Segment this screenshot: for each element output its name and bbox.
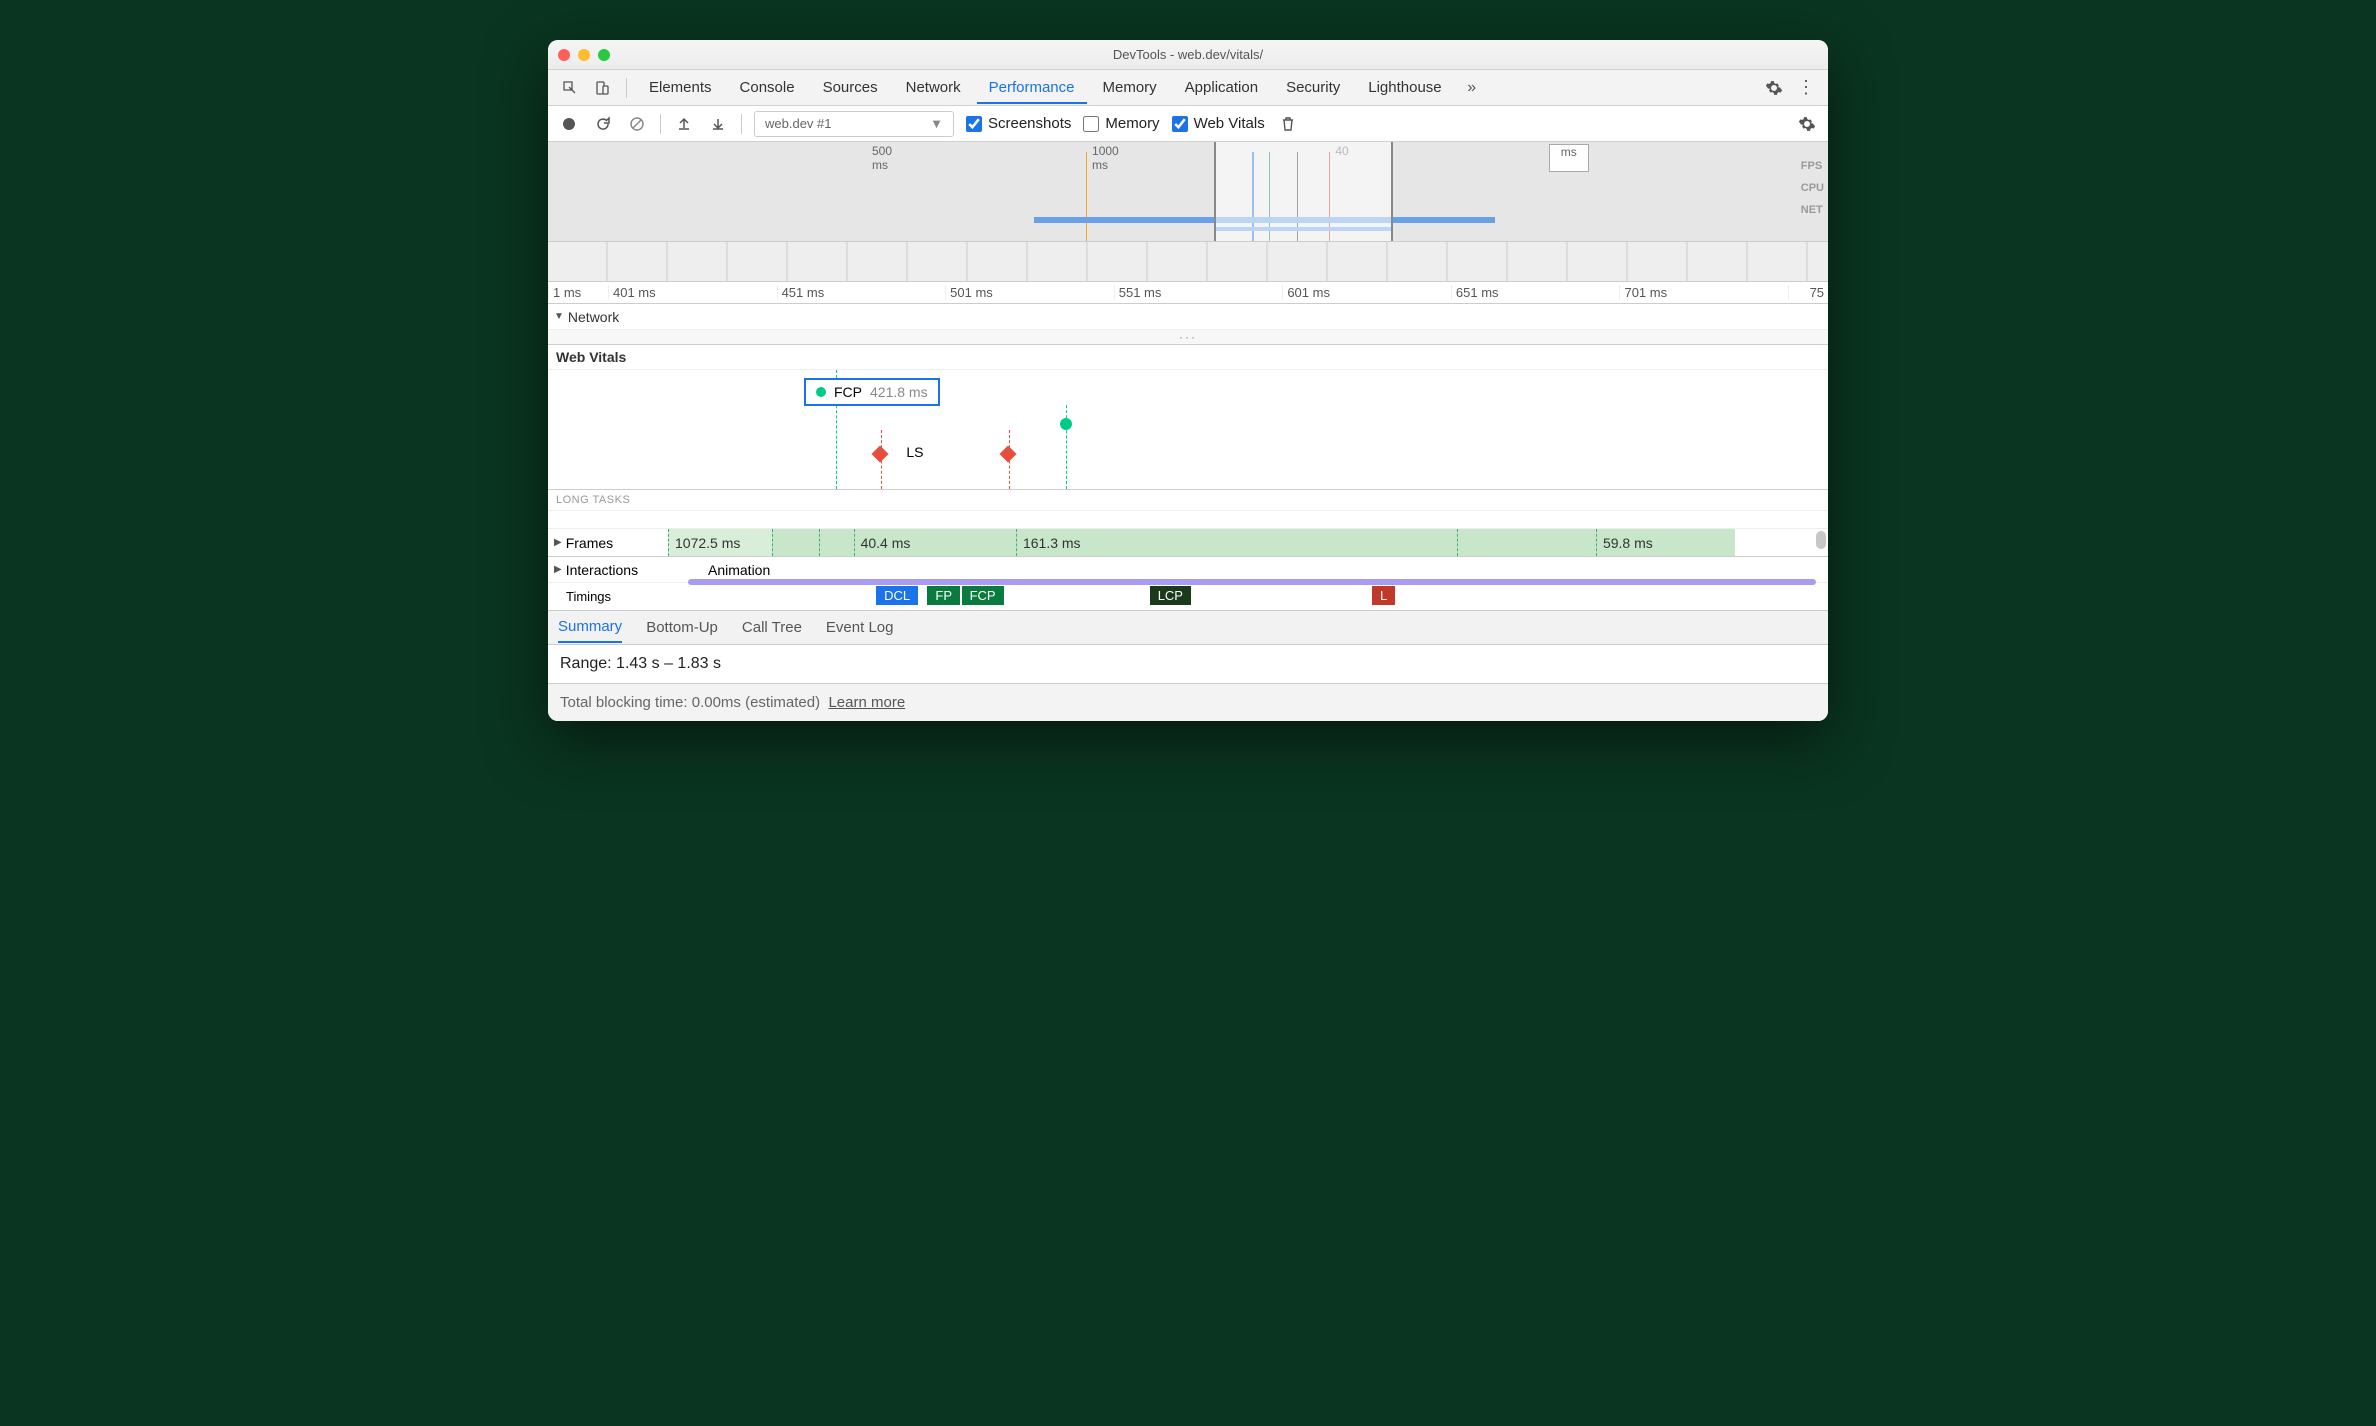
tab-memory[interactable]: Memory [1091,71,1169,104]
timeline-overview[interactable]: 500 ms 1000 ms 40 ms 901 ms 1401 ms 1901… [548,142,1828,242]
green-dot-icon [816,387,826,397]
tab-performance[interactable]: Performance [977,71,1087,104]
frame-segment[interactable]: 59.8 ms [1596,529,1735,556]
summary-footer: Total blocking time: 0.00ms (estimated) … [548,684,1828,721]
screenshots-checkbox[interactable]: Screenshots [966,115,1071,132]
tab-elements[interactable]: Elements [637,71,724,104]
web-vitals-checkbox[interactable]: Web Vitals [1172,115,1265,132]
frames-label: Frames [566,535,613,551]
chevron-right-icon: ▶ [554,564,562,575]
lcp-marker-dot[interactable] [1060,418,1072,430]
interactions-label: Interactions [566,562,638,578]
titlebar: DevTools - web.dev/vitals/ [548,40,1828,70]
web-vitals-track[interactable]: FCP 421.8 ms LS [548,370,1828,490]
panel-tabs: Elements Console Sources Network Perform… [548,70,1828,106]
frame-segment[interactable] [1457,529,1596,556]
memory-label: Memory [1105,115,1159,132]
fcp-marker[interactable]: FCP 421.8 ms [804,378,940,406]
fcp-name: FCP [834,384,862,400]
memory-checkbox[interactable]: Memory [1083,115,1159,132]
load-profile-icon[interactable] [673,113,695,135]
separator: ··· [548,330,1828,345]
timing-marker-dcl[interactable]: DCL [876,586,918,605]
scrollbar-thumb[interactable] [1816,531,1826,549]
frame-segment[interactable] [819,529,854,556]
save-profile-icon[interactable] [707,113,729,135]
capture-settings-gear-icon[interactable] [1796,113,1818,135]
tab-console[interactable]: Console [728,71,807,104]
screenshots-checkbox-input[interactable] [966,116,982,132]
frame-segment[interactable]: 40.4 ms [854,529,1016,556]
timing-marker-lcp[interactable]: LCP [1150,586,1191,605]
filmstrip[interactable] [548,242,1828,282]
network-track-header[interactable]: ▼ Network [548,304,1828,330]
timing-marker-l[interactable]: L [1372,586,1395,605]
timings-label: Timings [548,589,688,604]
details-tabs: Summary Bottom-Up Call Tree Event Log [548,611,1828,645]
learn-more-link[interactable]: Learn more [828,694,905,711]
web-vitals-label: Web Vitals [1194,115,1265,132]
timings-track[interactable]: Timings DCL FPFCP LCP L [548,583,1828,611]
frame-segment[interactable]: 1072.5 ms [668,529,772,556]
inspect-icon[interactable] [556,74,584,102]
long-tasks-track[interactable] [548,511,1828,529]
fcp-time: 421.8 ms [870,384,928,400]
layout-shift-diamond[interactable] [872,446,889,463]
tab-sources[interactable]: Sources [811,71,890,104]
device-toolbar-icon[interactable] [588,74,616,102]
long-tasks-label: LONG TASKS [548,490,1828,511]
summary-range: Range: 1.43 s – 1.83 s [548,645,1828,684]
tbt-text: Total blocking time: 0.00ms (estimated) [560,694,820,711]
overview-track-labels: FPS CPU NET [1801,160,1824,216]
tab-event-log[interactable]: Event Log [826,613,894,642]
frames-track[interactable]: ▶ Frames 1072.5 ms 40.4 ms161.3 ms 59.8 ms [548,529,1828,557]
trash-icon[interactable] [1277,113,1299,135]
layout-shift-diamond[interactable] [1000,446,1017,463]
tab-network[interactable]: Network [894,71,973,104]
tab-application[interactable]: Application [1173,71,1270,104]
recording-select-value: web.dev #1 [765,116,832,131]
chevron-down-icon: ▼ [554,311,564,322]
tab-bottom-up[interactable]: Bottom-Up [646,613,718,642]
screenshots-label: Screenshots [988,115,1071,132]
recording-select[interactable]: web.dev #1 ▼ [754,111,954,137]
tab-lighthouse[interactable]: Lighthouse [1356,71,1453,104]
reload-icon[interactable] [592,113,614,135]
record-icon[interactable] [558,113,580,135]
web-vitals-checkbox-input[interactable] [1172,116,1188,132]
perf-toolbar: web.dev #1 ▼ Screenshots Memory Web Vita… [548,106,1828,142]
frame-segment[interactable] [772,529,818,556]
tab-call-tree[interactable]: Call Tree [742,613,802,642]
ls-label: LS [906,444,923,460]
timing-marker-fp[interactable]: FP [927,586,960,605]
chevron-right-icon: ▶ [554,537,562,548]
tab-security[interactable]: Security [1274,71,1352,104]
clear-icon[interactable] [626,113,648,135]
kebab-menu-icon[interactable]: ⋮ [1792,74,1820,102]
memory-checkbox-input[interactable] [1083,116,1099,132]
time-ruler[interactable]: 1 ms 401 ms 451 ms 501 ms 551 ms 601 ms … [548,282,1828,304]
interactions-value: Animation [688,562,770,578]
network-track-label: Network [568,309,619,325]
overview-ticks: 500 ms 1000 ms 40 ms 901 ms 1401 ms 1901… [548,142,1828,174]
more-tabs-icon[interactable]: » [1458,74,1486,102]
window-title: DevTools - web.dev/vitals/ [548,47,1828,62]
settings-gear-icon[interactable] [1760,74,1788,102]
overview-selection[interactable] [1214,142,1393,241]
web-vitals-section-label: Web Vitals [548,345,1828,370]
interactions-track[interactable]: ▶ Interactions Animation [548,557,1828,583]
chevron-down-icon: ▼ [930,116,943,131]
timing-marker-fcp[interactable]: FCP [962,586,1004,605]
devtools-window: DevTools - web.dev/vitals/ Elements Cons… [548,40,1828,721]
tab-summary[interactable]: Summary [558,612,622,643]
frame-segment[interactable]: 161.3 ms [1016,529,1457,556]
